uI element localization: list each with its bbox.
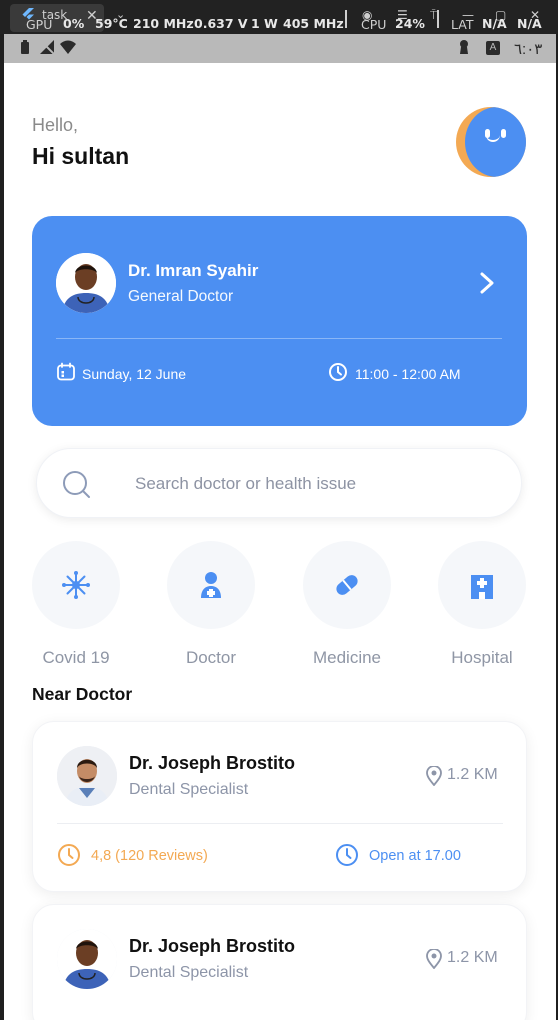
overlay-divider — [437, 10, 439, 28]
location-pin-icon — [426, 949, 442, 969]
greeting-hello: Hello, — [32, 115, 79, 135]
latency-value: N/A — [482, 16, 507, 31]
avatar-face-icon — [465, 107, 526, 177]
card-divider — [56, 338, 502, 339]
clock-icon — [58, 844, 80, 866]
avatar[interactable] — [456, 107, 526, 177]
gpu-clock: 210 MHz — [133, 16, 194, 31]
pill-icon — [336, 575, 358, 595]
device-frame: task ✕ ⌄ GPU 0% 59°C 210 MHz 0.637 V 1 W… — [0, 0, 558, 1020]
category-label: Covid 19 — [42, 648, 110, 667]
memory-clock: 405 MHz — [283, 16, 344, 31]
virus-icon — [62, 571, 90, 599]
hospital-icon — [471, 575, 493, 599]
appointment-specialty: General Doctor — [128, 288, 234, 305]
status-time: ٦:٠٣ — [514, 41, 543, 58]
performance-overlay: task ✕ ⌄ GPU 0% 59°C 210 MHz 0.637 V 1 W… — [0, 0, 558, 34]
category-label: Doctor — [185, 648, 237, 667]
gpu-temp: 59°C — [95, 16, 128, 31]
wifi-icon — [60, 40, 76, 57]
search-input[interactable]: Search doctor or health issue — [135, 474, 356, 494]
greeting-name: Hi sultan — [32, 143, 130, 169]
appointment-time: 11:00 - 12:00 AM — [355, 366, 461, 382]
doctor-rating: 4,8 (120 Reviews) — [91, 848, 208, 864]
category-label: Hospital — [451, 648, 513, 667]
doctor-specialty: Dental Specialist — [129, 964, 249, 981]
doctor-distance: 1.2 KM — [447, 949, 498, 966]
clock-icon — [329, 363, 347, 381]
category-label: Medicine — [312, 648, 382, 667]
gpu-label: GPU — [26, 17, 53, 32]
doctor-photo — [57, 929, 117, 989]
doctor-icon — [201, 572, 221, 598]
extra-value: N/A — [517, 16, 542, 31]
category-covid[interactable]: Covid 19 — [31, 541, 121, 668]
doctor-open-time: Open at 17.00 — [369, 848, 461, 864]
search-icon — [63, 471, 90, 498]
doctor-card[interactable]: Dr. Joseph Brostito Dental Specialist 1.… — [32, 721, 527, 892]
doctor-card[interactable]: Dr. Joseph Brostito Dental Specialist 1.… — [32, 904, 527, 1020]
appointment-card[interactable]: Dr. Imran Syahir General Doctor Sunday, … — [32, 216, 527, 426]
appointment-doctor-name: Dr. Imran Syahir — [128, 261, 259, 280]
doctor-distance: 1.2 KM — [447, 766, 498, 783]
chevron-right-icon[interactable] — [477, 271, 497, 295]
doctor-photo — [56, 253, 116, 313]
category-medicine[interactable]: Medicine — [302, 541, 392, 668]
doctor-name: Dr. Joseph Brostito — [129, 753, 296, 773]
clock-icon — [336, 844, 358, 866]
cpu-label: CPU — [361, 17, 387, 32]
doctor-specialty: Dental Specialist — [129, 781, 249, 798]
gpu-voltage: 0.637 V — [194, 16, 248, 31]
calendar-icon — [57, 362, 75, 381]
gpu-power: 1 W — [251, 16, 278, 31]
location-pin-icon — [426, 766, 442, 786]
section-title: Near Doctor — [32, 684, 133, 704]
battery-icon — [20, 40, 30, 57]
app-screen: Hello, Hi sultan Dr. Imran Syahir Genera… — [4, 63, 556, 1020]
no-signal-icon — [39, 39, 55, 57]
lock-icon — [458, 40, 470, 57]
category-doctor[interactable]: Doctor — [166, 541, 256, 668]
keyboard-indicator-icon: A — [486, 41, 500, 55]
appointment-date: Sunday, 12 June — [82, 366, 187, 382]
overlay-divider — [345, 10, 347, 28]
cpu-value: 24% — [395, 16, 425, 31]
card-divider — [57, 823, 503, 824]
android-status-bar: A ٦:٠٣ — [4, 34, 556, 63]
latency-label: LAT — [451, 17, 474, 32]
doctor-photo — [57, 746, 117, 806]
doctor-name: Dr. Joseph Brostito — [129, 936, 296, 956]
gpu-value: 0% — [63, 16, 85, 31]
category-hospital[interactable]: Hospital — [437, 541, 527, 668]
search-bar[interactable]: Search doctor or health issue — [36, 448, 522, 518]
